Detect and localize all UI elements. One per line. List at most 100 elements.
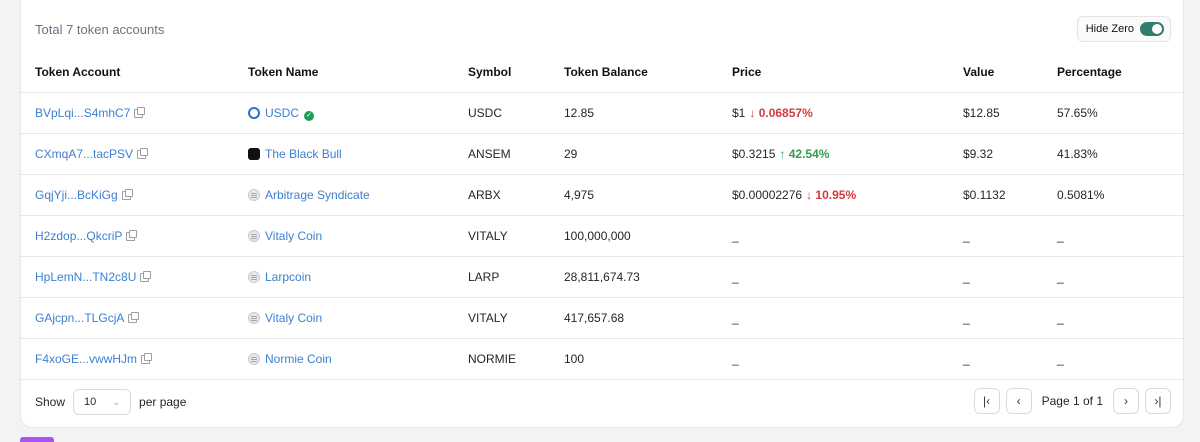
token-percentage: _ bbox=[1057, 338, 1183, 380]
token-percentage: _ bbox=[1057, 215, 1183, 257]
token-value: $0.1132 bbox=[963, 174, 1057, 216]
per-page-label: per page bbox=[139, 395, 187, 409]
pagination: |‹ ‹ Page 1 of 1 › ›| bbox=[973, 388, 1171, 414]
next-page-button[interactable]: › bbox=[1113, 388, 1139, 414]
usdc-icon bbox=[248, 106, 260, 119]
token-price: $1 bbox=[732, 106, 746, 120]
token-accounts-card: Total 7 token accounts Hide Zero Token A… bbox=[20, 0, 1184, 428]
token-name-link[interactable]: Vitaly Coin bbox=[265, 311, 322, 325]
copy-icon[interactable] bbox=[137, 148, 149, 160]
price-change-up: ↑ 42.54% bbox=[779, 147, 829, 161]
token-price: $0.3215 bbox=[732, 147, 776, 161]
col-percentage: Percentage bbox=[1057, 52, 1183, 93]
hide-zero-toggle[interactable]: Hide Zero bbox=[1076, 16, 1171, 42]
verified-check-icon: ✓ bbox=[304, 110, 315, 121]
token-symbol: USDC bbox=[468, 92, 564, 134]
token-balance: 417,657.68 bbox=[564, 297, 732, 339]
token-price: $0.00002276 bbox=[732, 188, 803, 202]
col-token-name: Token Name bbox=[248, 52, 468, 93]
token-account-link[interactable]: H2zdop...QkcriP bbox=[35, 229, 122, 243]
token-account-link[interactable]: BVpLqi...S4mhC7 bbox=[35, 106, 130, 120]
token-account-link[interactable]: GAjcpn...TLGcjA bbox=[35, 311, 124, 325]
page-indicator: Page 1 of 1 bbox=[1041, 394, 1103, 408]
last-page-button[interactable]: ›| bbox=[1145, 388, 1171, 414]
token-symbol: NORMIE bbox=[468, 338, 564, 380]
price-change-down: ↓ 10.95% bbox=[806, 188, 856, 202]
bottom-accent bbox=[20, 437, 54, 442]
toggle-switch[interactable] bbox=[1140, 22, 1164, 36]
generic-icon bbox=[248, 312, 260, 324]
token-table: Token Account Token Name Symbol Token Ba… bbox=[21, 52, 1183, 380]
table-row: BVpLqi...S4mhC7 USDC ✓ USDC 12.85 $1 ↓ 0.06857… bbox=[21, 92, 1183, 134]
token-symbol: ANSEM bbox=[468, 133, 564, 175]
token-name-link[interactable]: Arbitrage Syndicate bbox=[265, 188, 370, 202]
chevron-down-icon: ⌄ bbox=[112, 396, 121, 407]
token-price: _ bbox=[732, 311, 739, 325]
token-percentage: 0.5081% bbox=[1057, 174, 1183, 216]
token-name-link[interactable]: USDC bbox=[265, 106, 299, 120]
token-percentage: _ bbox=[1057, 297, 1183, 339]
table-row: HpLemN...TN2c8U Larpcoin LARP 28,811,674.73… bbox=[21, 256, 1183, 298]
copy-icon[interactable] bbox=[141, 353, 153, 365]
copy-icon[interactable] bbox=[128, 312, 140, 324]
token-symbol: VITALY bbox=[468, 215, 564, 257]
hide-zero-label: Hide Zero bbox=[1085, 23, 1134, 35]
token-percentage: 57.65% bbox=[1057, 92, 1183, 134]
token-price: _ bbox=[732, 352, 739, 366]
chevron-left-icon: ‹ bbox=[1016, 394, 1021, 408]
table-row: CXmqA7...tacPSV The Black Bull ANSEM 29 $0.3… bbox=[21, 133, 1183, 175]
token-account-link[interactable]: F4xoGE...vwwHJm bbox=[35, 352, 137, 366]
arrow-down-icon: ↓ bbox=[749, 106, 756, 120]
copy-icon[interactable] bbox=[140, 271, 152, 283]
col-token-balance: Token Balance bbox=[564, 52, 732, 93]
token-value: _ bbox=[963, 256, 1057, 298]
token-name-link[interactable]: Normie Coin bbox=[265, 352, 332, 366]
token-balance: 12.85 bbox=[564, 92, 732, 134]
token-percentage: 41.83% bbox=[1057, 133, 1183, 175]
copy-icon[interactable] bbox=[126, 230, 138, 242]
token-balance: 100,000,000 bbox=[564, 215, 732, 257]
chevron-right-icon: › bbox=[1124, 394, 1128, 408]
table-row: F4xoGE...vwwHJm Normie Coin NORMIE 100 _ _ _ bbox=[21, 338, 1183, 380]
token-name-link[interactable]: Vitaly Coin bbox=[265, 229, 322, 243]
token-balance: 28,811,674.73 bbox=[564, 256, 732, 298]
first-page-icon: |‹ bbox=[983, 394, 991, 408]
token-value: _ bbox=[963, 297, 1057, 339]
arrow-up-icon: ↑ bbox=[779, 147, 786, 161]
bull-icon bbox=[248, 148, 260, 160]
table-body: BVpLqi...S4mhC7 USDC ✓ USDC 12.85 $1 ↓ 0.06857… bbox=[21, 92, 1183, 380]
total-accounts-label: Total 7 token accounts bbox=[35, 22, 165, 37]
token-value: $9.32 bbox=[963, 133, 1057, 175]
table-row: GAjcpn...TLGcjA Vitaly Coin VITALY 417,657.… bbox=[21, 297, 1183, 339]
token-percentage: _ bbox=[1057, 256, 1183, 298]
generic-icon bbox=[248, 353, 260, 365]
token-price: _ bbox=[732, 229, 739, 243]
show-label: Show bbox=[35, 395, 66, 409]
first-page-button[interactable]: |‹ bbox=[973, 388, 1000, 414]
per-page-value: 10 bbox=[84, 396, 97, 408]
price-change-value: 42.54% bbox=[788, 147, 830, 161]
price-change-value: 0.06857% bbox=[758, 106, 813, 120]
token-account-link[interactable]: HpLemN...TN2c8U bbox=[35, 270, 136, 284]
toggle-knob bbox=[1152, 24, 1162, 34]
token-account-link[interactable]: CXmqA7...tacPSV bbox=[35, 147, 133, 161]
copy-icon[interactable] bbox=[134, 107, 146, 119]
token-value: _ bbox=[963, 215, 1057, 257]
copy-icon[interactable] bbox=[121, 189, 133, 201]
token-name-link[interactable]: The Black Bull bbox=[265, 147, 342, 161]
token-symbol: VITALY bbox=[468, 297, 564, 339]
table-footer: Show 10 ⌄ per page |‹ ‹ Page 1 of 1 › ›| bbox=[35, 388, 1171, 416]
token-price: _ bbox=[732, 270, 739, 284]
token-account-link[interactable]: GqjYji...BcKiGg bbox=[35, 188, 118, 202]
generic-icon bbox=[248, 189, 260, 201]
generic-icon bbox=[248, 271, 260, 283]
arrow-down-icon: ↓ bbox=[806, 188, 813, 202]
token-symbol: ARBX bbox=[468, 174, 564, 216]
price-change-value: 10.95% bbox=[815, 188, 857, 202]
price-change-down: ↓ 0.06857% bbox=[749, 106, 812, 120]
per-page-select[interactable]: 10 ⌄ bbox=[73, 389, 132, 415]
table-row: H2zdop...QkcriP Vitaly Coin VITALY 100,000,… bbox=[21, 215, 1183, 257]
token-balance: 4,975 bbox=[564, 174, 732, 216]
prev-page-button[interactable]: ‹ bbox=[1005, 388, 1032, 414]
token-name-link[interactable]: Larpcoin bbox=[265, 270, 311, 284]
